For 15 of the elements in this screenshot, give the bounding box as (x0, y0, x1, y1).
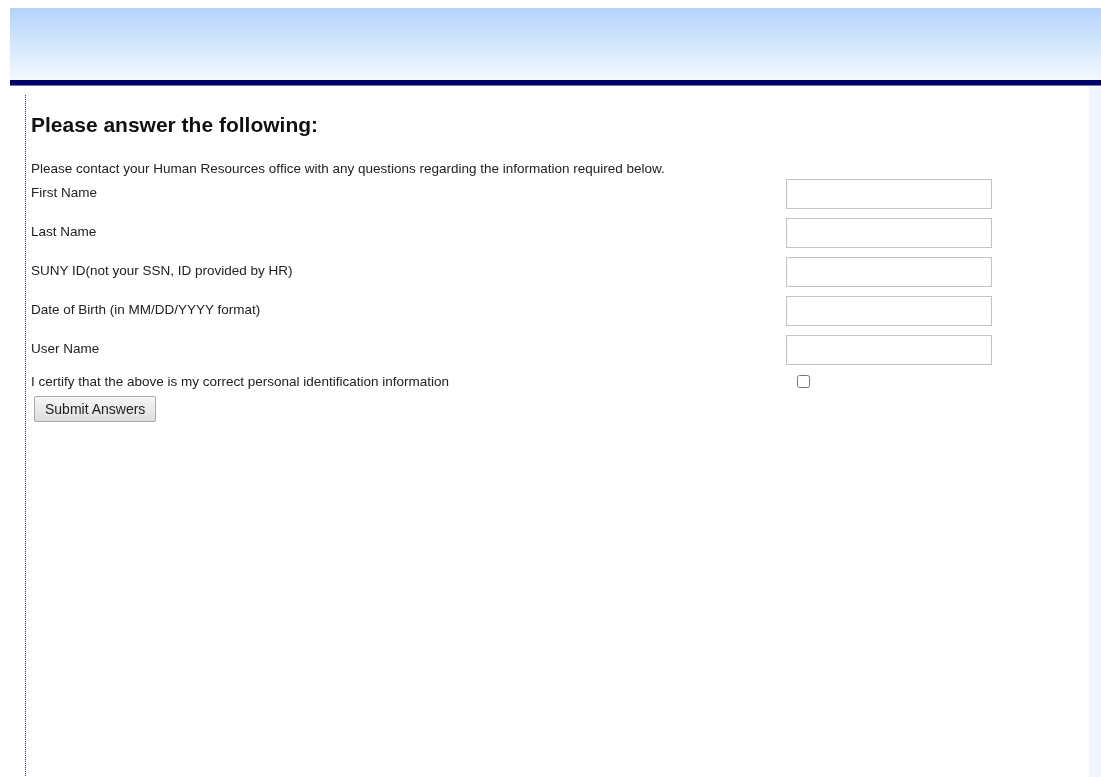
field-label: First Name (31, 184, 98, 201)
input-field[interactable] (786, 179, 992, 209)
field-label: Date of Birth (in MM/DD/YYYY format) (31, 301, 262, 318)
field-label: I certify that the above is my correct personal identification information (31, 374, 450, 390)
field-label: User Name (31, 340, 101, 357)
field-label: Last Name (31, 223, 98, 240)
input-field[interactable] (786, 218, 992, 248)
checkbox[interactable] (797, 375, 810, 388)
submit-button[interactable]: Submit Answers (34, 396, 157, 422)
page-heading: Please answer the following: (31, 113, 320, 137)
input-field[interactable] (786, 296, 992, 326)
intro-text: Please contact your Human Resources office with any questions regarding the information required below. (31, 161, 666, 177)
input-field[interactable] (786, 257, 992, 287)
field-label: SUNY ID(not your SSN, ID provided by HR) (31, 262, 294, 279)
input-field[interactable] (786, 335, 992, 365)
